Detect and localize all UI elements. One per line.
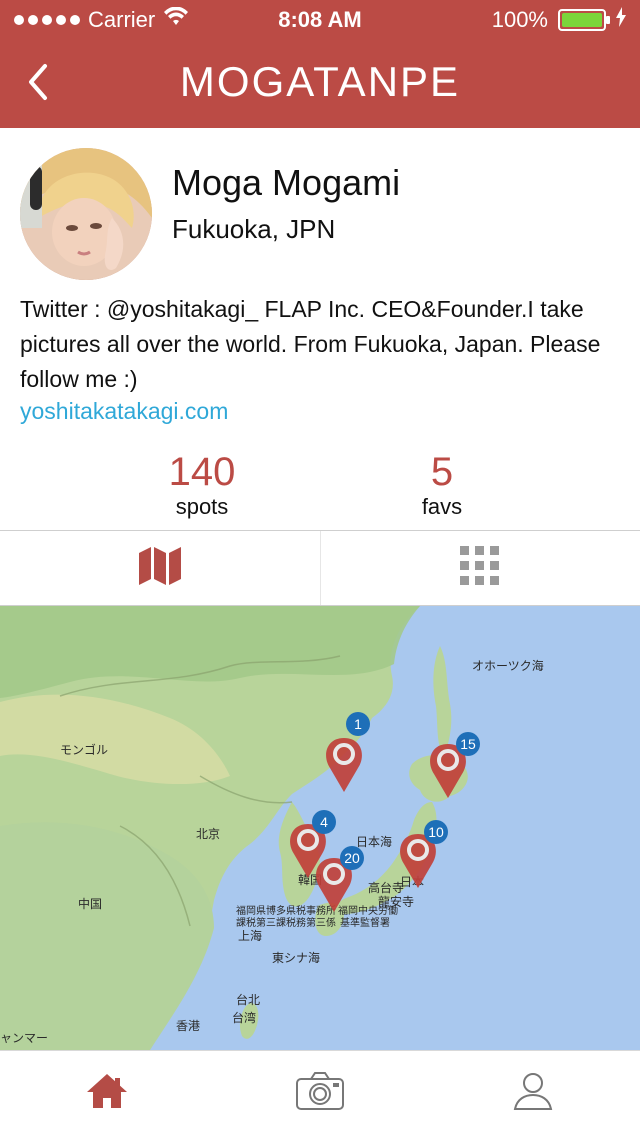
map-label-fukuoka-2: 課税第三課税務第三係 bbox=[236, 916, 336, 929]
map-icon bbox=[138, 546, 181, 590]
home-icon bbox=[85, 1072, 129, 1115]
map-label-takamatsu: 高台寺 bbox=[368, 880, 404, 895]
map-label-myanmar: ャンマー bbox=[0, 1031, 48, 1045]
app-header: Carrier 8:08 AM 100% MOGATANPE bbox=[0, 0, 640, 128]
map-label-hongkong: 香港 bbox=[176, 1019, 200, 1033]
bottom-tab-bar bbox=[0, 1050, 640, 1136]
map-pin-20-count: 20 bbox=[344, 850, 360, 866]
charging-icon bbox=[616, 0, 626, 40]
view-tabs bbox=[0, 530, 640, 606]
grid-icon bbox=[460, 545, 500, 591]
spots-stat[interactable]: 140 spots bbox=[102, 450, 302, 520]
map-pin-10-count: 10 bbox=[428, 824, 444, 840]
map-pin-4-count: 4 bbox=[320, 814, 328, 830]
map-label-taipei: 台北 bbox=[236, 992, 260, 1007]
bottom-tab-camera[interactable] bbox=[213, 1051, 426, 1136]
spots-label: spots bbox=[175, 494, 229, 519]
profile-website-link[interactable]: yoshitakatakagi.com bbox=[20, 398, 228, 425]
map-label-shanghai: 上海 bbox=[238, 928, 262, 943]
map-label-fukuoka-3: 福岡中央労働 bbox=[338, 904, 398, 917]
page-title: MOGATANPE bbox=[179, 58, 461, 105]
map-label-beijing: 北京 bbox=[196, 827, 220, 841]
profile-location: Fukuoka, JPN bbox=[172, 214, 336, 244]
map-pin-1-count: 1 bbox=[354, 716, 362, 732]
map-label-taiwan: 台湾 bbox=[232, 1010, 256, 1025]
spots-count: 140 bbox=[168, 450, 236, 494]
profile-section: Moga Mogami Fukuoka, JPN Twitter : @yosh… bbox=[0, 128, 640, 530]
camera-icon bbox=[295, 1071, 345, 1116]
map-label-okhotsk: オホーツク海 bbox=[472, 658, 544, 673]
map-label-fukuoka-1: 福岡県博多県税事務所 bbox=[236, 904, 336, 917]
battery-icon bbox=[558, 9, 610, 31]
favs-count: 5 bbox=[430, 450, 454, 494]
user-icon bbox=[511, 1071, 555, 1116]
bottom-tab-home[interactable] bbox=[0, 1051, 213, 1136]
map-label-japan-sea: 日本海 bbox=[356, 834, 392, 849]
profile-stats: 140 spots 5 favs bbox=[0, 450, 640, 526]
profile-name: Moga Mogami bbox=[172, 162, 401, 203]
status-right: 100% bbox=[492, 0, 626, 40]
bottom-tab-profile[interactable] bbox=[427, 1051, 640, 1136]
favs-label: favs bbox=[421, 494, 463, 519]
spots-map[interactable]: オホーツク海 モンゴル 北京 中国 日本海 韓国 上海 東シナ海 日本 高台寺 … bbox=[0, 606, 640, 1050]
profile-bio: Twitter : @yoshitakagi_ FLAP Inc. CEO&Fo… bbox=[20, 296, 601, 392]
map-pin-15-count: 15 bbox=[460, 736, 476, 752]
tab-map[interactable] bbox=[0, 531, 320, 605]
tab-grid[interactable] bbox=[319, 531, 640, 605]
navigation-bar: MOGATANPE bbox=[0, 40, 640, 128]
favs-stat[interactable]: 5 favs bbox=[342, 450, 542, 520]
map-label-fukuoka-4: 基準監督署 bbox=[340, 916, 390, 929]
map-label-mongolia: モンゴル bbox=[60, 742, 108, 757]
status-bar: Carrier 8:08 AM 100% bbox=[0, 0, 640, 40]
map-label-china: 中国 bbox=[78, 896, 102, 911]
battery-percent: 100% bbox=[491, 7, 548, 32]
avatar[interactable] bbox=[20, 148, 152, 280]
map-label-east-china-sea: 東シナ海 bbox=[272, 950, 320, 965]
